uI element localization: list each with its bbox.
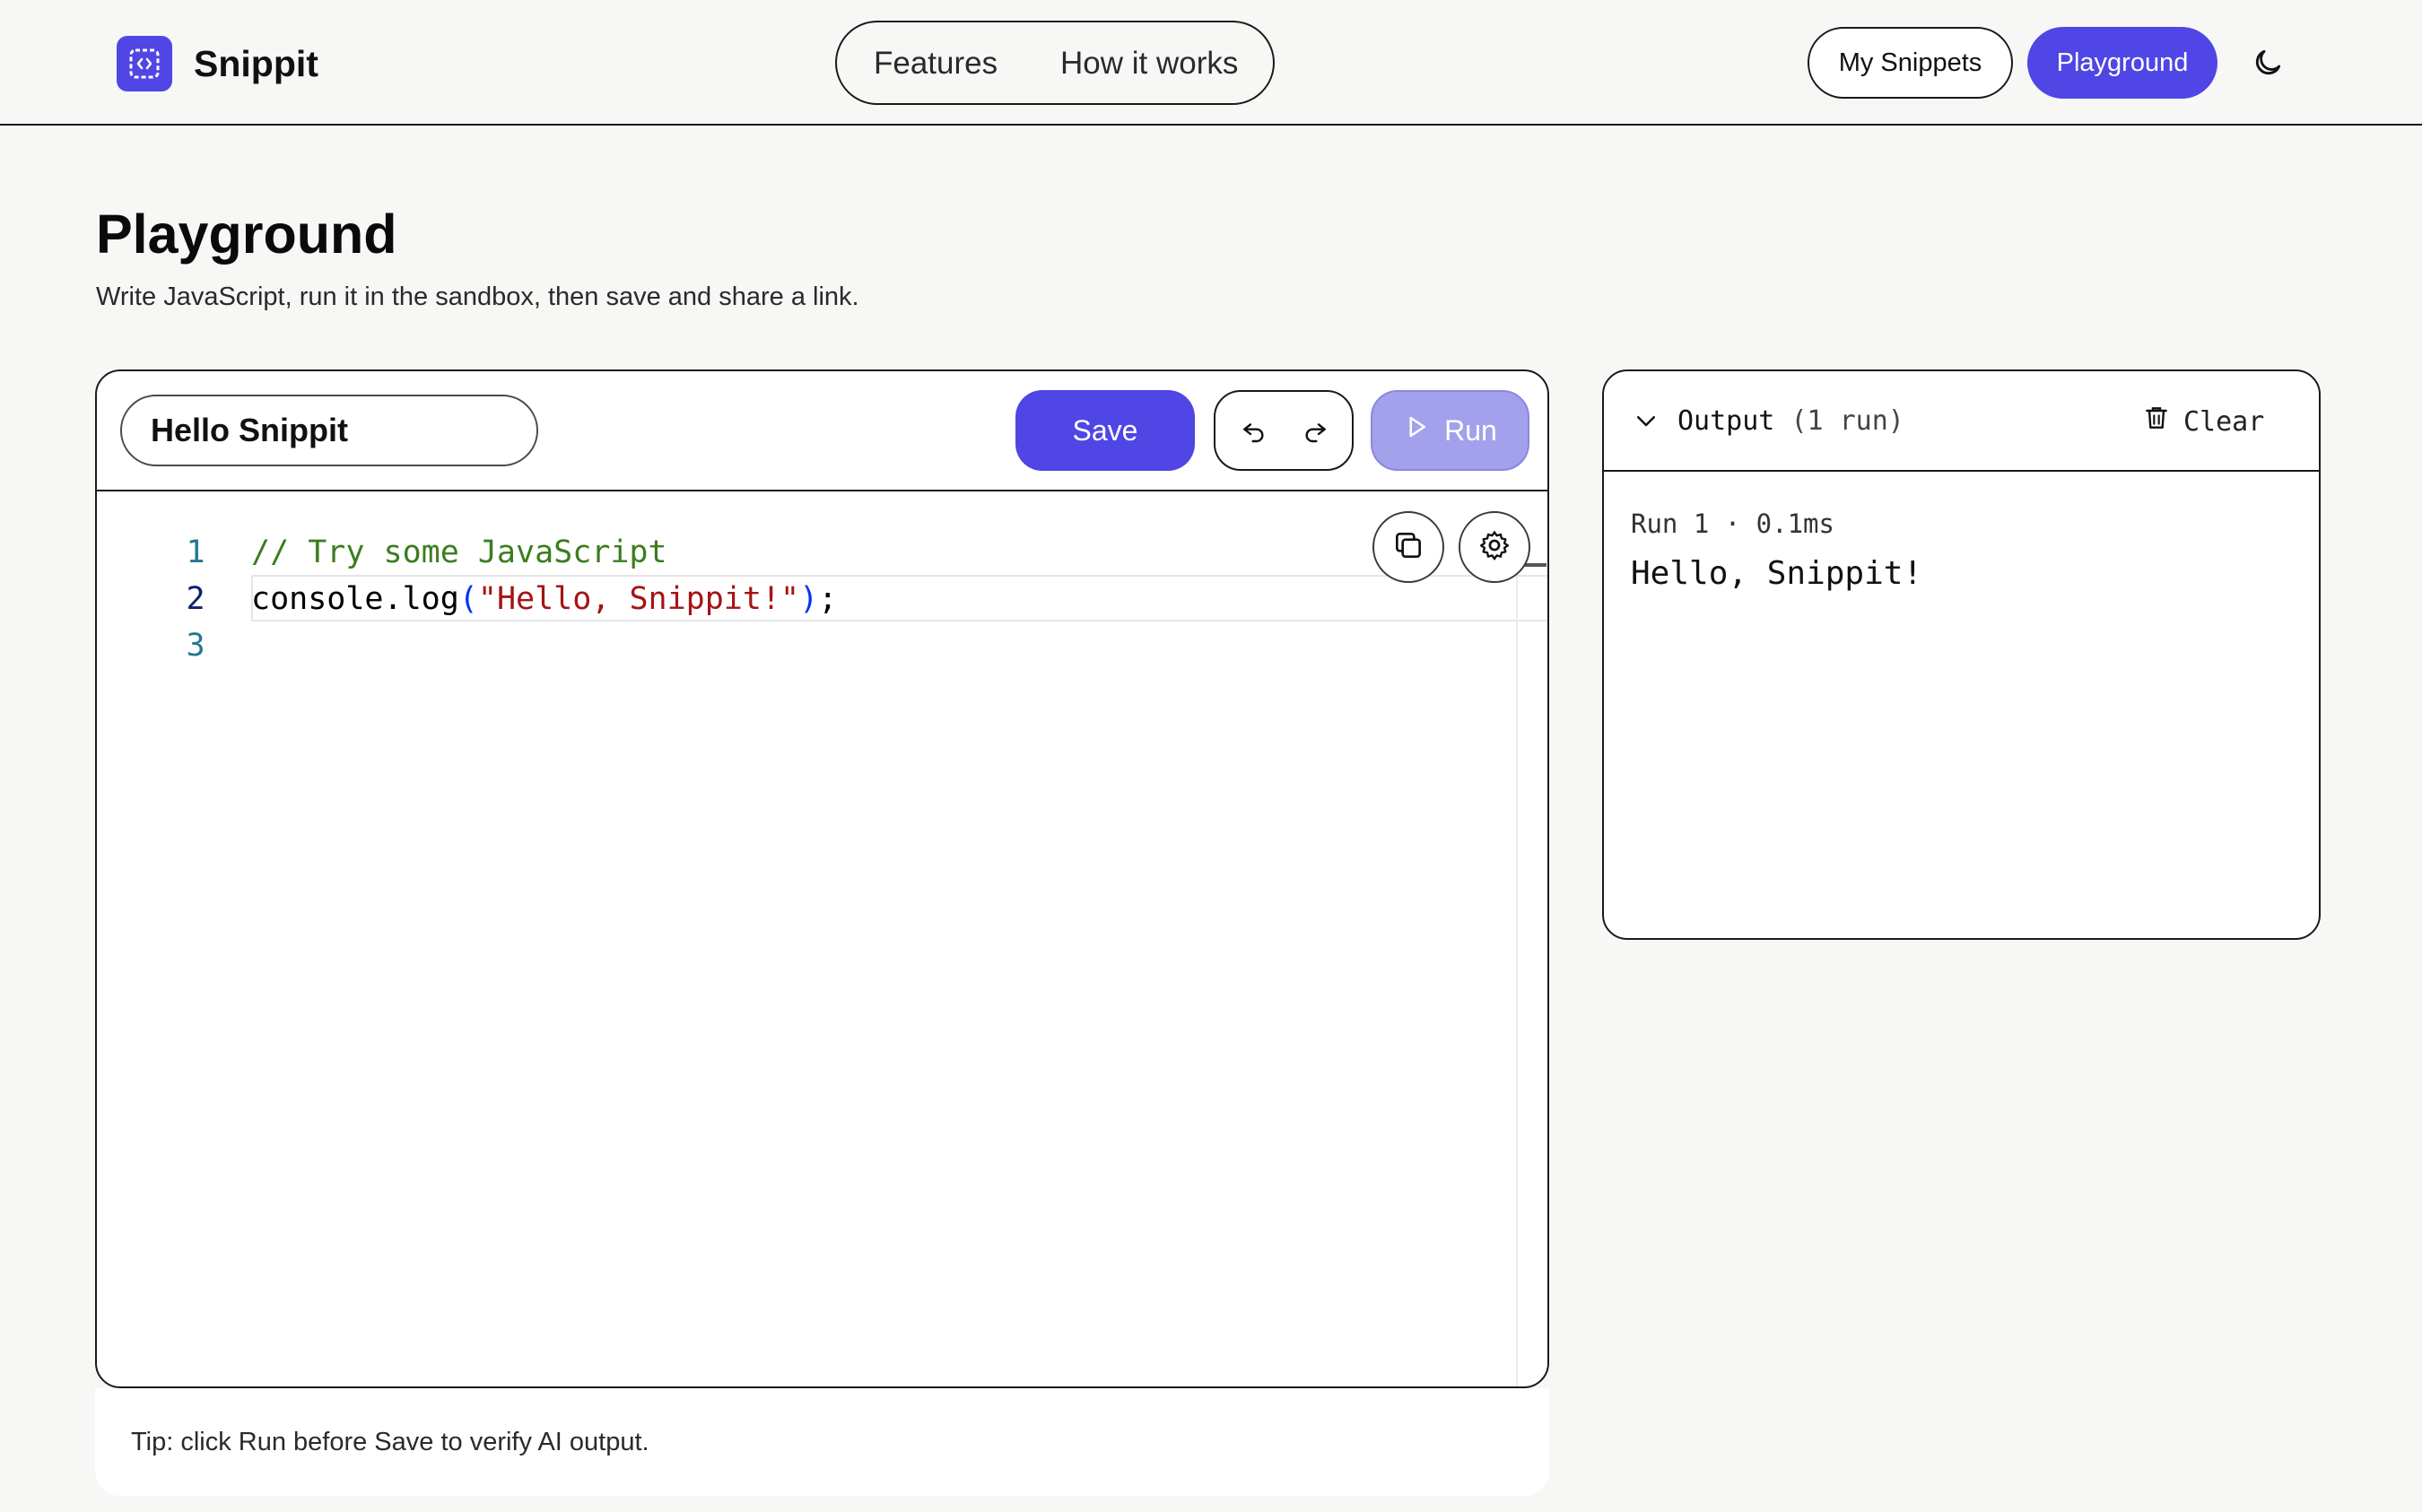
tip-box: Tip: click Run before Save to verify AI … <box>95 1388 1549 1496</box>
redo-icon[interactable] <box>1294 410 1336 451</box>
tip-text: Tip: click Run before Save to verify AI … <box>131 1428 649 1456</box>
nav-features-link[interactable]: Features <box>874 46 998 82</box>
output-run-count: (1 run) <box>1790 405 1904 437</box>
code-call: console.log <box>251 581 459 617</box>
line-number: 3 <box>186 628 205 664</box>
run-label: Run <box>1444 413 1497 447</box>
copy-button[interactable] <box>1372 511 1444 583</box>
chevron-down-icon[interactable] <box>1631 405 1661 436</box>
editor-card: Save Run <box>95 369 1549 1388</box>
clear-button[interactable]: Clear <box>2142 398 2264 445</box>
vertical-scrollbar[interactable] <box>1516 563 1518 1386</box>
play-icon <box>1403 413 1430 448</box>
output-panel: Output (1 run) Clear Run 1 · 0.1ms Hello… <box>1602 369 2321 940</box>
clear-label: Clear <box>2183 405 2265 438</box>
trash-icon <box>2142 404 2171 439</box>
page-subtitle: Write JavaScript, run it in the sandbox,… <box>96 282 859 311</box>
nav-how-it-works-link[interactable]: How it works <box>1060 46 1238 82</box>
save-button[interactable]: Save <box>1015 390 1195 471</box>
settings-button[interactable] <box>1459 511 1530 583</box>
my-snippets-button[interactable]: My Snippets <box>1808 27 2013 99</box>
undo-icon[interactable] <box>1233 410 1275 451</box>
line-number: 2 <box>186 581 205 617</box>
run-output: Hello, Snippit! <box>1631 555 1923 592</box>
page-title: Playground <box>96 204 397 265</box>
code-paren: ) <box>799 581 819 617</box>
line-number: 1 <box>186 534 205 570</box>
run-meta: Run 1 · 0.1ms <box>1631 508 1834 539</box>
output-title[interactable]: Output (1 run) <box>1677 404 1904 439</box>
code-string: "Hello, Snippit!" <box>477 581 800 617</box>
copy-icon <box>1391 528 1425 566</box>
main-nav: Features How it works <box>835 21 1275 105</box>
undo-redo-group <box>1214 390 1354 471</box>
code-editor[interactable]: 1 2 3 // Try some JavaScript console.log… <box>97 491 1547 1386</box>
moon-icon[interactable] <box>2247 42 2288 83</box>
run-button[interactable]: Run <box>1371 390 1529 471</box>
code-paren: ( <box>458 581 478 617</box>
code-brackets-icon[interactable] <box>117 36 172 91</box>
brand-name[interactable]: Snippit <box>194 39 318 88</box>
gear-icon <box>1477 528 1512 566</box>
editor-toolbar: Save Run <box>97 371 1547 491</box>
code-line[interactable]: console.log("Hello, Snippit!"); <box>251 576 837 622</box>
code-comment: // Try some JavaScript <box>251 534 667 570</box>
top-nav: Snippit Features How it works My Snippet… <box>0 0 2422 126</box>
playground-button[interactable]: Playground <box>2027 27 2217 99</box>
output-header: Output (1 run) Clear <box>1604 371 2319 472</box>
code-semicolon: ; <box>818 581 838 617</box>
output-title-text: Output <box>1677 405 1775 437</box>
snippet-title-input[interactable] <box>120 395 538 466</box>
code-line[interactable]: // Try some JavaScript <box>251 529 667 576</box>
